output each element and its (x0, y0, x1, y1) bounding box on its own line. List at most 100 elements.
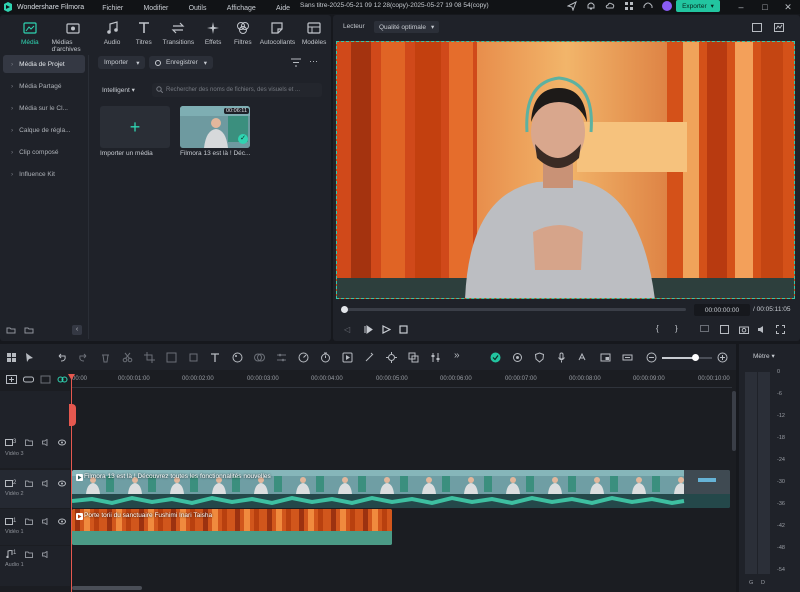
tool-transitions[interactable]: Transitions (159, 21, 199, 61)
menu-aide[interactable]: Aide (276, 5, 290, 12)
expand-player-icon[interactable] (776, 325, 785, 334)
timeline-clip-video-2[interactable]: Filmora 13 est là ! Découvrez toutes les… (72, 470, 730, 508)
color-palette-icon[interactable] (232, 352, 243, 363)
microphone-icon[interactable] (556, 352, 567, 363)
freeze-frame-icon[interactable] (342, 352, 353, 363)
tool-stickers[interactable]: Autocollants (258, 21, 298, 61)
tool-titles[interactable]: Titres (129, 21, 159, 61)
camera-snapshot-icon[interactable] (739, 325, 749, 334)
volume-icon[interactable] (757, 325, 767, 334)
timeline-clip-video-1[interactable]: Porte torii du sanctuaire Fushimi Inari … (72, 509, 392, 545)
timer-icon[interactable] (320, 352, 331, 363)
mute-icon[interactable] (42, 551, 50, 558)
render-preview-icon[interactable] (490, 352, 501, 363)
picture-in-picture-icon[interactable] (600, 352, 611, 363)
quality-dropdown[interactable]: Qualité optimale ▾ (374, 21, 440, 33)
media-clip-thumbnail[interactable]: 00:06:11 ✓ (180, 106, 250, 148)
redo-icon[interactable] (78, 352, 89, 363)
zoom-slider[interactable] (662, 354, 712, 361)
folder-icon[interactable] (25, 480, 33, 487)
folder-add-icon[interactable] (6, 325, 16, 335)
menu-modifier[interactable]: Modifier (143, 5, 168, 12)
sliders-icon[interactable] (276, 352, 287, 363)
minimize-icon[interactable]: – (735, 1, 747, 13)
transform-icon[interactable] (188, 352, 199, 363)
mark-out-icon[interactable]: } (675, 324, 678, 333)
group-icon[interactable] (408, 352, 419, 363)
step-back-icon[interactable] (364, 325, 373, 334)
eye-icon[interactable] (58, 480, 66, 487)
close-icon[interactable]: ✕ (782, 1, 794, 13)
menu-affichage[interactable]: Affichage (227, 5, 256, 12)
menu-fichier[interactable]: Fichier (102, 5, 123, 12)
tool-effects[interactable]: Effets (198, 21, 228, 61)
record-button[interactable]: Enregistrer ▾ (149, 56, 214, 69)
select-tool-icon[interactable] (24, 352, 35, 363)
track-header-video-3[interactable]: 3 Vidéo 3 (0, 391, 70, 468)
tool-templates[interactable]: Modèles (297, 21, 331, 61)
previous-frame-icon[interactable]: ◁ (344, 325, 350, 334)
layout-icon[interactable] (6, 352, 17, 363)
ripple-link-icon[interactable] (57, 375, 68, 386)
video-preview[interactable] (336, 41, 795, 299)
eye-icon[interactable] (58, 439, 66, 446)
current-time-field[interactable]: 00:00:00:00 (694, 304, 750, 316)
snap-icon[interactable] (512, 352, 523, 363)
headset-icon[interactable] (643, 1, 653, 11)
undo-icon[interactable] (56, 352, 67, 363)
add-track-icon[interactable] (6, 375, 17, 386)
mute-icon[interactable] (42, 518, 50, 525)
more-options-icon[interactable]: ⋯ (309, 56, 318, 67)
search-input[interactable]: Rechercher des noms de fichiers, des vis… (152, 83, 322, 97)
mute-icon[interactable] (42, 439, 50, 446)
mark-in-icon[interactable]: { (656, 324, 659, 333)
waveform-view-icon[interactable] (774, 23, 784, 32)
playback-progress-handle[interactable] (341, 306, 348, 313)
sidebar-item-adjustment-layer[interactable]: Calque de régla... (3, 121, 85, 139)
sidebar-item-project-media[interactable]: Média de Projet (3, 55, 85, 73)
timeline-horizontal-scrollbar[interactable] (72, 586, 142, 590)
ai-tool-icon[interactable] (364, 352, 375, 363)
filter-sort-icon[interactable] (291, 58, 301, 67)
import-media-tile[interactable]: + (100, 106, 170, 148)
magnet-icon[interactable] (40, 375, 51, 386)
more-tools-icon[interactable]: » (454, 350, 465, 361)
screenshot-view-icon[interactable] (752, 23, 762, 32)
fit-timeline-icon[interactable] (622, 352, 633, 363)
collapse-panel-icon[interactable]: ‹ (72, 325, 82, 335)
track-header-audio-1[interactable]: 1 Audio 1 (0, 546, 70, 586)
notification-bell-icon[interactable] (586, 1, 596, 11)
shield-icon[interactable] (534, 352, 545, 363)
folder-icon[interactable] (24, 325, 34, 335)
avatar[interactable] (662, 1, 672, 11)
zoom-out-icon[interactable] (646, 352, 657, 363)
text-tool-icon[interactable] (210, 352, 221, 363)
voiceover-icon[interactable] (578, 352, 589, 363)
sidebar-item-compound-clip[interactable]: Clip composé (3, 143, 85, 161)
sort-dropdown[interactable]: Intelligent ▾ (102, 86, 135, 94)
link-icon[interactable] (23, 375, 34, 386)
folder-icon[interactable] (25, 439, 33, 446)
grid-icon[interactable] (624, 1, 634, 11)
folder-icon[interactable] (25, 518, 33, 525)
zoom-in-icon[interactable] (717, 352, 728, 363)
import-button[interactable]: Importer ▾ (98, 56, 146, 69)
insert-clip-icon[interactable] (700, 325, 711, 334)
play-icon[interactable] (382, 325, 391, 334)
delete-icon[interactable] (100, 352, 111, 363)
mute-icon[interactable] (42, 480, 50, 487)
motion-tracking-icon[interactable] (386, 352, 397, 363)
player-tab[interactable]: Lecteur (343, 23, 365, 30)
sidebar-item-cloud-media[interactable]: Média sur le Cl... (3, 99, 85, 117)
sidebar-item-shared-media[interactable]: Média Partagé (3, 77, 85, 95)
adjust-icon[interactable] (430, 352, 441, 363)
playback-progress-track[interactable] (341, 306, 686, 313)
menu-outils[interactable]: Outils (189, 5, 207, 12)
folder-icon[interactable] (25, 551, 33, 558)
send-icon[interactable] (567, 1, 577, 11)
track-header-video-1[interactable]: 1 Vidéo 1 (0, 509, 70, 545)
crop-icon[interactable] (144, 352, 155, 363)
meter-title[interactable]: Mètre ▾ (753, 352, 775, 360)
cloud-upload-icon[interactable] (605, 1, 615, 11)
zoom-slider-handle[interactable] (692, 354, 699, 361)
